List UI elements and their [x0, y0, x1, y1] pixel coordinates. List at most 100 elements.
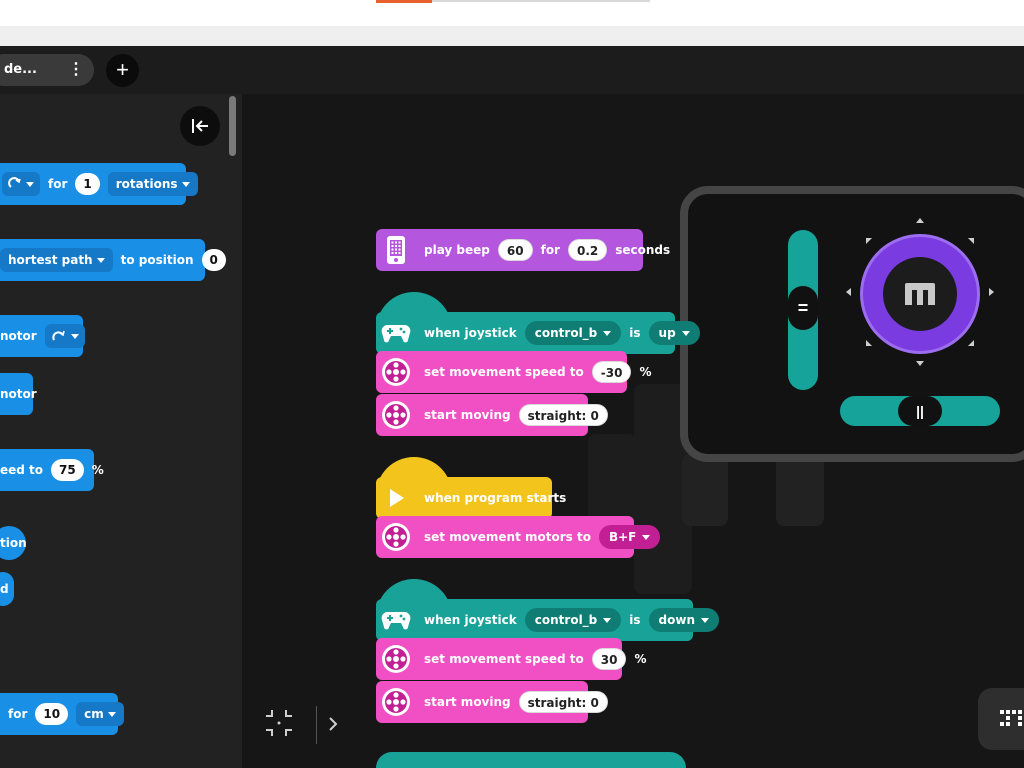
collapse-left-icon — [192, 119, 208, 133]
wheel-icon — [380, 399, 412, 431]
hub-display-icon — [1000, 710, 1022, 726]
position-input[interactable]: 0 — [201, 249, 226, 271]
start-moving-block[interactable]: start moving straight: 0 — [376, 681, 608, 723]
for-label: for — [48, 177, 68, 191]
browser-top-bar — [0, 0, 1024, 26]
path-label: hortest path — [8, 253, 93, 267]
chevron-right-icon[interactable] — [326, 716, 340, 732]
percent-label: % — [634, 652, 647, 666]
slider-grip-icon: || — [916, 403, 924, 419]
kebab-menu-icon[interactable]: ⋮ — [68, 59, 84, 81]
path-dropdown[interactable]: hortest path — [0, 248, 113, 272]
when-joystick-down-hat[interactable]: when joystick control_b is down — [376, 579, 720, 641]
chevron-down-icon — [70, 333, 79, 339]
project-tab-bar: de... ⋮ + — [0, 46, 1024, 94]
hub-connection-button[interactable] — [978, 688, 1024, 750]
gamepad-icon — [380, 317, 412, 349]
play-beep-block[interactable]: play beep 60 for 0.2 seconds — [376, 229, 670, 271]
set-movement-speed-block[interactable]: set movement speed to -30 % — [376, 351, 651, 393]
partial-teal-block[interactable] — [376, 752, 686, 768]
wheel-icon — [380, 521, 412, 553]
beep-note-input[interactable]: 60 — [497, 239, 533, 261]
distance-input[interactable]: 10 — [35, 703, 69, 725]
hub-speaker-icon — [380, 234, 412, 266]
horizontal-slider-thumb[interactable]: || — [898, 396, 942, 426]
palette-block-shortest-path[interactable]: hortest path to position 0 — [0, 239, 226, 281]
steering-input[interactable]: straight: 0 — [518, 404, 608, 426]
direction-value: down — [658, 613, 696, 627]
reporter-label: d — [0, 582, 9, 596]
when-joystick-label: when joystick — [424, 613, 517, 627]
start-moving-block[interactable]: start moving straight: 0 — [376, 394, 608, 436]
for-label: for — [8, 707, 28, 721]
speed-input[interactable]: -30 — [591, 361, 632, 383]
direction-dropdown[interactable]: down — [648, 608, 720, 632]
when-joystick-up-hat[interactable]: when joystick control_b is up — [376, 292, 700, 354]
direction-dropdown[interactable] — [44, 324, 85, 348]
browser-strip — [0, 26, 1024, 46]
vertical-slider-thumb[interactable]: = — [788, 286, 818, 330]
loading-accent-bar — [376, 0, 432, 3]
chevron-down-icon — [603, 330, 612, 336]
vertical-slider[interactable]: = — [788, 230, 818, 390]
speed-label: eed to — [0, 463, 44, 477]
seconds-label: seconds — [615, 243, 671, 257]
beep-duration-input[interactable]: 0.2 — [567, 239, 608, 261]
motor-pair-dropdown[interactable]: B+F — [598, 525, 661, 549]
motor-label: notor — [0, 329, 37, 343]
palette-block-run-rotations[interactable]: for 1 rotations — [0, 163, 198, 205]
canvas-tools — [262, 706, 352, 746]
to-position-label: to position — [120, 253, 194, 267]
play-icon — [380, 482, 412, 514]
direction-arrows-icon — [846, 218, 994, 366]
direction-dropdown[interactable] — [2, 172, 40, 196]
add-tab-button[interactable]: + — [106, 54, 139, 87]
when-program-starts-hat[interactable]: when program starts — [376, 457, 566, 519]
gamepad-icon — [380, 604, 412, 636]
unit-dropdown[interactable]: rotations — [107, 172, 198, 196]
chevron-down-icon — [107, 711, 116, 717]
block-palette: for 1 rotations hortest path to position… — [0, 94, 242, 768]
motor-label: notor — [0, 387, 37, 401]
speed-input[interactable]: 75 — [51, 459, 84, 481]
joystick-select-dropdown[interactable]: control_b — [524, 321, 622, 345]
project-tab[interactable]: de... ⋮ — [0, 54, 94, 86]
palette-block-move-cm[interactable]: for 10 cm — [0, 693, 124, 735]
joystick-select-dropdown[interactable]: control_b — [524, 608, 622, 632]
rotations-input[interactable]: 1 — [75, 173, 100, 195]
palette-block-motor[interactable]: notor — [0, 373, 37, 415]
horizontal-slider[interactable]: || — [840, 396, 1000, 426]
start-moving-label: start moving — [424, 695, 511, 709]
unit-dropdown[interactable]: cm — [76, 702, 124, 726]
for-label: for — [540, 243, 560, 257]
set-movement-speed-block[interactable]: set movement speed to 30 % — [376, 638, 647, 680]
chevron-down-icon — [701, 617, 710, 623]
reporter-label: tion — [0, 536, 27, 550]
joystick-name: control_b — [534, 326, 598, 340]
palette-reporter-d[interactable]: d — [0, 572, 14, 606]
set-speed-label: set movement speed to — [424, 652, 584, 666]
loading-track — [432, 0, 650, 2]
play-beep-label: play beep — [424, 243, 490, 257]
background-decoration — [776, 454, 824, 526]
joystick-widget[interactable]: = || — [680, 186, 1024, 462]
palette-scrollbar[interactable] — [229, 96, 236, 156]
set-movement-motors-block[interactable]: set movement motors to B+F — [376, 516, 661, 558]
wheel-icon — [380, 643, 412, 675]
direction-dropdown[interactable]: up — [648, 321, 700, 345]
chevron-down-icon — [603, 617, 612, 623]
palette-block-set-speed[interactable]: eed to 75 % — [0, 449, 104, 491]
percent-label: % — [639, 365, 652, 379]
palette-block-motor-direction[interactable]: notor — [0, 315, 85, 357]
speed-input[interactable]: 30 — [591, 648, 627, 670]
motor-pair-value: B+F — [608, 530, 637, 544]
collapse-palette-button[interactable] — [180, 106, 220, 146]
palette-reporter-tion[interactable]: tion — [0, 526, 27, 560]
chevron-down-icon — [96, 257, 105, 263]
steering-input[interactable]: straight: 0 — [518, 691, 608, 713]
joystick-name: control_b — [534, 613, 598, 627]
unit-label: cm — [84, 707, 104, 721]
is-label: is — [629, 326, 641, 340]
center-view-icon[interactable] — [262, 706, 296, 740]
chevron-down-icon — [181, 181, 190, 187]
